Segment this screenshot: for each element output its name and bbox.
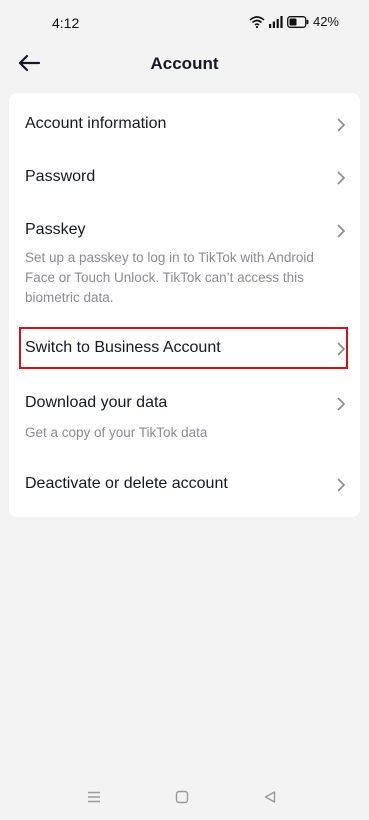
chevron-right-icon	[336, 478, 346, 492]
page-title: Account	[150, 54, 219, 73]
battery-percent: 42%	[312, 14, 339, 29]
status-bar: 4:12 42%	[0, 0, 369, 46]
header: Account	[0, 46, 369, 84]
menu-item-label: Deactivate or delete account	[25, 475, 228, 492]
menu-item-deactivate-or-delete-account[interactable]: Deactivate or delete account	[9, 451, 360, 517]
menu-item-switch-to-business-account[interactable]: Switch to Business Account	[9, 319, 360, 379]
menu-icon	[87, 790, 101, 808]
back-icon	[263, 790, 277, 809]
chevron-right-icon	[336, 171, 346, 185]
menu-item-label: Switch to Business Account	[25, 339, 221, 356]
signal-icon	[268, 15, 283, 28]
menu-item-label: Passkey	[25, 221, 86, 238]
status-time: 4:12	[52, 15, 80, 31]
account-menu-card: Account information Password Passkey Set…	[9, 93, 360, 517]
menu-button[interactable]	[85, 790, 103, 808]
menu-item-description: Set up a passkey to log in to TikTok wit…	[25, 250, 314, 305]
menu-item-label: Password	[25, 168, 96, 185]
menu-item-passkey[interactable]: Passkey Set up a passkey to log in to Ti…	[9, 207, 360, 319]
battery-icon	[287, 15, 309, 28]
menu-item-account-information[interactable]: Account information	[9, 93, 360, 155]
chevron-right-icon	[336, 224, 346, 238]
home-icon	[175, 790, 189, 809]
wifi-icon	[249, 15, 265, 28]
chevron-right-icon	[336, 397, 346, 411]
status-icons: 42%	[249, 14, 339, 29]
menu-item-description: Get a copy of your TikTok data	[25, 425, 208, 440]
back-nav-button[interactable]	[261, 790, 279, 808]
menu-item-label: Account information	[25, 115, 167, 132]
menu-item-label: Download your data	[25, 394, 168, 411]
system-nav-bar	[0, 776, 369, 820]
chevron-right-icon	[336, 342, 346, 356]
chevron-right-icon	[336, 118, 346, 132]
home-button[interactable]	[173, 790, 191, 808]
menu-item-download-your-data[interactable]: Download your data Get a copy of your Ti…	[9, 379, 360, 451]
menu-item-password[interactable]: Password	[9, 155, 360, 207]
